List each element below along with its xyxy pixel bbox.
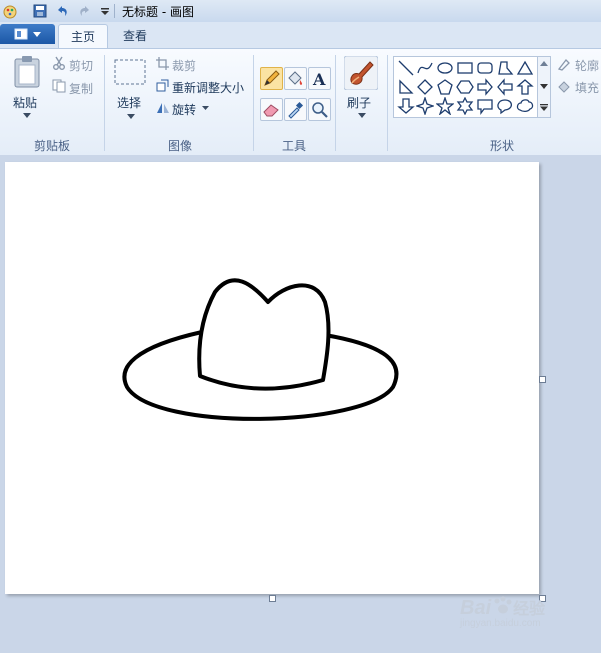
- cut-button[interactable]: 剪切: [69, 57, 93, 74]
- scissors-icon: [53, 56, 65, 70]
- oval-shape-icon[interactable]: [436, 59, 454, 77]
- rotate-button[interactable]: 旋转: [172, 101, 196, 118]
- brush-icon[interactable]: [344, 56, 378, 90]
- select-dropdown-icon[interactable]: [127, 114, 135, 119]
- text-tool[interactable]: A: [308, 67, 331, 90]
- shapes-group-label: 形状: [489, 139, 514, 153]
- rotate-icon: [157, 103, 169, 113]
- triangle-shape-icon[interactable]: [516, 59, 534, 77]
- resize-handle-bottom[interactable]: [269, 595, 276, 602]
- expand-gallery-icon[interactable]: [540, 104, 548, 111]
- down-arrow-shape-icon[interactable]: [397, 97, 415, 115]
- brushes-dropdown-icon[interactable]: [358, 113, 366, 118]
- rectangular-callout-shape-icon[interactable]: [476, 97, 494, 115]
- clipboard-group-label: 剪贴板: [33, 139, 70, 153]
- fill-shape-icon: [558, 81, 570, 93]
- paint-menu-button[interactable]: [0, 24, 55, 44]
- workspace: Bai 经验 jingyan.baidu.com: [0, 155, 601, 653]
- menu-icon: [14, 28, 28, 40]
- diamond-shape-icon[interactable]: [416, 78, 434, 96]
- scroll-down-icon[interactable]: [540, 84, 548, 89]
- redo-icon[interactable]: [77, 3, 93, 19]
- eyedropper-icon: [288, 101, 304, 119]
- tools-group-label: 工具: [281, 139, 306, 153]
- svg-text:A: A: [312, 70, 326, 89]
- paint-app-icon[interactable]: [2, 3, 18, 19]
- title-separator: [114, 4, 115, 18]
- polygon-shape-icon[interactable]: [496, 59, 514, 77]
- magnifier-icon: [312, 102, 328, 118]
- five-point-star-shape-icon[interactable]: [436, 97, 454, 115]
- baidu-watermark: Bai 经验 jingyan.baidu.com: [460, 595, 545, 629]
- curve-shape-icon[interactable]: [416, 59, 434, 77]
- group-separator: [104, 55, 105, 151]
- fill-button[interactable]: 填充: [575, 79, 599, 96]
- undo-icon[interactable]: [54, 3, 70, 19]
- group-separator: [335, 55, 336, 151]
- magnifier-tool[interactable]: [308, 98, 331, 121]
- hexagon-shape-icon[interactable]: [456, 78, 474, 96]
- text-icon: A: [312, 70, 326, 89]
- paste-icon[interactable]: [12, 55, 42, 89]
- outline-button[interactable]: 轮廓: [575, 57, 599, 74]
- scroll-up-icon[interactable]: [540, 61, 548, 66]
- eraser-tool[interactable]: [260, 98, 283, 121]
- save-icon[interactable]: [32, 3, 48, 19]
- crop-icon: [156, 57, 169, 70]
- group-separator: [387, 55, 388, 151]
- oval-callout-shape-icon[interactable]: [496, 97, 514, 115]
- brushes-button[interactable]: 刷子: [347, 94, 371, 111]
- shapes-gallery[interactable]: [393, 56, 539, 118]
- copy-icon: [52, 79, 66, 93]
- customize-quick-access-icon[interactable]: [97, 3, 113, 19]
- six-point-star-shape-icon[interactable]: [456, 97, 474, 115]
- window-title: 无标题 - 画图: [122, 5, 194, 19]
- pentagon-shape-icon[interactable]: [436, 78, 454, 96]
- copy-button[interactable]: 复制: [69, 80, 93, 97]
- drawing-canvas[interactable]: [5, 162, 539, 594]
- paw-icon: [494, 596, 512, 614]
- ribbon-tab-row: 主页 查看: [0, 22, 601, 49]
- paste-dropdown-icon[interactable]: [23, 113, 31, 118]
- rotate-dropdown-icon[interactable]: [202, 106, 209, 110]
- pencil-icon: [264, 70, 280, 86]
- ribbon: 粘贴 剪切 复制 剪贴板 选择 裁剪 重新调整大小 旋转 图像 A 工具 刷子 …: [0, 48, 601, 156]
- color-picker-tool[interactable]: [284, 98, 307, 121]
- paint-bucket-icon: [288, 71, 303, 85]
- cloud-callout-shape-icon[interactable]: [516, 97, 534, 115]
- select-rectangle-icon[interactable]: [114, 59, 146, 85]
- tab-view[interactable]: 查看: [114, 24, 156, 48]
- resize-handle-right[interactable]: [539, 376, 546, 383]
- watermark-brand: Bai: [460, 597, 492, 619]
- group-separator: [253, 55, 254, 151]
- tab-home[interactable]: 主页: [58, 24, 108, 49]
- resize-icon: [156, 79, 169, 92]
- hat-drawing: [122, 278, 399, 421]
- right-arrow-shape-icon[interactable]: [476, 78, 494, 96]
- left-arrow-shape-icon[interactable]: [496, 78, 514, 96]
- rounded-rectangle-shape-icon[interactable]: [476, 59, 494, 77]
- line-shape-icon[interactable]: [397, 59, 415, 77]
- four-point-star-shape-icon[interactable]: [416, 97, 434, 115]
- watermark-brand2: 经验: [513, 601, 546, 618]
- title-bar: 无标题 - 画图: [0, 0, 601, 23]
- outline-icon: [557, 59, 570, 71]
- watermark-url: jingyan.baidu.com: [460, 618, 541, 629]
- image-group-label: 图像: [167, 139, 192, 153]
- crop-button[interactable]: 裁剪: [172, 57, 196, 74]
- shapes-gallery-scrollbar[interactable]: [537, 56, 551, 118]
- eraser-icon: [263, 104, 279, 117]
- right-triangle-shape-icon[interactable]: [397, 78, 415, 96]
- fill-tool[interactable]: [284, 67, 307, 90]
- paste-button[interactable]: 粘贴: [13, 94, 37, 111]
- up-arrow-shape-icon[interactable]: [516, 78, 534, 96]
- chevron-down-icon: [33, 32, 41, 37]
- pencil-tool[interactable]: [260, 67, 283, 90]
- rectangle-shape-icon[interactable]: [456, 59, 474, 77]
- select-button[interactable]: 选择: [117, 94, 141, 111]
- resize-button[interactable]: 重新调整大小: [172, 79, 244, 96]
